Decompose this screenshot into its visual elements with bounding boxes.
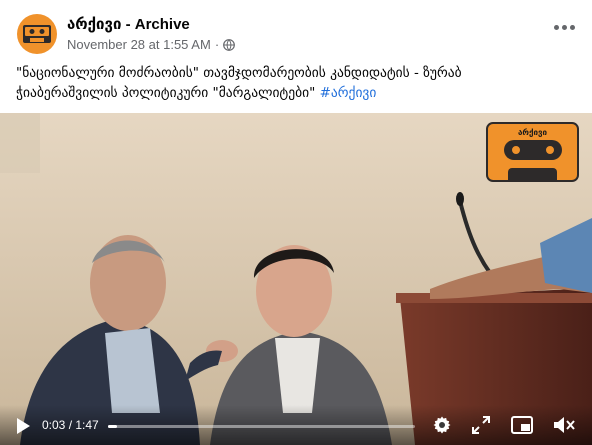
play-icon — [17, 418, 30, 434]
post-timestamp[interactable]: November 28 at 1:55 AM — [67, 37, 211, 52]
mute-button[interactable] — [552, 414, 576, 436]
video-player[interactable]: არქივი 0:03 / 1:47 — [0, 113, 592, 445]
reel-icon — [544, 144, 556, 156]
meta-separator: · — [214, 37, 220, 52]
current-time: 0:03 — [42, 418, 66, 432]
duration: 1:47 — [75, 418, 99, 432]
mute-icon — [554, 417, 575, 433]
video-controls: 0:03 / 1:47 — [0, 405, 592, 445]
time-separator: / — [65, 418, 76, 432]
cassette-icon — [23, 25, 51, 43]
hashtag-link[interactable]: #არქივი — [320, 85, 377, 101]
settings-icon — [433, 416, 451, 434]
watermark-label: არქივი — [517, 128, 548, 137]
page-avatar[interactable] — [17, 14, 57, 54]
fullscreen-button[interactable] — [470, 414, 492, 436]
post-text-line2: ჭიაბერაშვილის პოლიტიკური "მარგალიტები" — [16, 85, 320, 101]
post-meta: November 28 at 1:55 AM · — [67, 37, 236, 52]
cassette-bottom — [508, 168, 557, 180]
play-button[interactable] — [12, 415, 34, 437]
post-header: არქივი - Archive November 28 at 1:55 AM … — [0, 0, 592, 60]
pip-icon — [511, 416, 533, 434]
fullscreen-icon — [472, 416, 490, 434]
reel-icon — [510, 144, 522, 156]
time-display: 0:03 / 1:47 — [42, 418, 99, 432]
progress-bar[interactable] — [108, 425, 415, 428]
progress-fill — [108, 425, 118, 428]
cassette-reels — [504, 140, 562, 160]
channel-watermark: არქივი — [486, 122, 579, 182]
post-text: "ნაციონალური მოძრაობის" თავმჯდომარეობის … — [16, 63, 576, 103]
dot-icon — [553, 24, 559, 30]
post-text-line1: "ნაციონალური მოძრაობის" თავმჯდომარეობის … — [16, 65, 462, 81]
pip-button[interactable] — [510, 414, 534, 436]
globe-icon — [223, 38, 236, 51]
settings-button[interactable] — [431, 414, 453, 436]
more-options-button[interactable] — [552, 22, 576, 32]
page-name-link[interactable]: არქივი - Archive — [67, 15, 190, 33]
dot-icon — [561, 24, 567, 30]
dot-icon — [569, 24, 575, 30]
